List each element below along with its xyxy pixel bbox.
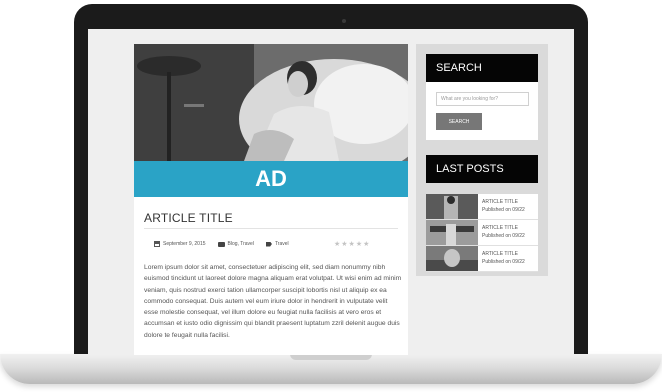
article-column: AD ARTICLE TITLE September 9, 2015 Blog,…: [134, 44, 408, 355]
meta-categories: Blog, Travel: [217, 241, 254, 247]
camera-icon: [342, 19, 346, 23]
sidebar: SEARCH SEARCH LAST POSTS ARTICLE TITLE P…: [416, 44, 548, 276]
last-post-item[interactable]: ARTICLE TITLE Published on 09/22: [426, 246, 538, 272]
post-thumbnail[interactable]: [426, 220, 478, 245]
calendar-icon: [154, 241, 160, 247]
last-posts-list: ARTICLE TITLE Published on 09/22 ARTICLE…: [426, 194, 538, 272]
search-widget: SEARCH: [426, 82, 538, 140]
ad-banner[interactable]: AD: [134, 161, 408, 197]
post-thumbnail[interactable]: [426, 246, 478, 271]
post-title[interactable]: ARTICLE TITLE: [482, 225, 518, 231]
article-meta: September 9, 2015 Blog, Travel Travel: [154, 241, 289, 247]
post-title[interactable]: ARTICLE TITLE: [482, 199, 518, 205]
post-date: Published on 09/22: [482, 207, 525, 213]
meta-categories-text[interactable]: Blog, Travel: [228, 241, 254, 247]
article-title[interactable]: ARTICLE TITLE: [144, 211, 233, 225]
search-widget-heading: SEARCH: [426, 54, 538, 82]
post-date: Published on 09/22: [482, 259, 525, 265]
post-date: Published on 09/22: [482, 233, 525, 239]
meta-tag: Travel: [265, 241, 289, 247]
ad-label: AD: [255, 166, 287, 191]
rating-stars[interactable]: ★★★★★: [334, 240, 370, 248]
last-post-item[interactable]: ARTICLE TITLE Published on 09/22: [426, 194, 538, 220]
search-input[interactable]: [436, 92, 529, 106]
meta-date: September 9, 2015: [154, 241, 206, 247]
folder-icon: [217, 241, 225, 247]
post-thumbnail[interactable]: [426, 194, 478, 219]
search-button[interactable]: SEARCH: [436, 113, 482, 130]
laptop-screen: AD ARTICLE TITLE September 9, 2015 Blog,…: [88, 29, 574, 355]
meta-date-text: September 9, 2015: [163, 241, 206, 247]
meta-tag-text[interactable]: Travel: [275, 241, 289, 247]
post-title[interactable]: ARTICLE TITLE: [482, 251, 518, 257]
last-post-item[interactable]: ARTICLE TITLE Published on 09/22: [426, 220, 538, 246]
hero-photo: [134, 44, 408, 161]
tag-icon: [265, 241, 272, 247]
last-posts-heading: LAST POSTS: [426, 155, 538, 183]
article-body: Lorem ipsum dolor sit amet, consectetuer…: [144, 264, 402, 339]
hero-image: [134, 44, 408, 161]
title-divider: [144, 228, 398, 229]
